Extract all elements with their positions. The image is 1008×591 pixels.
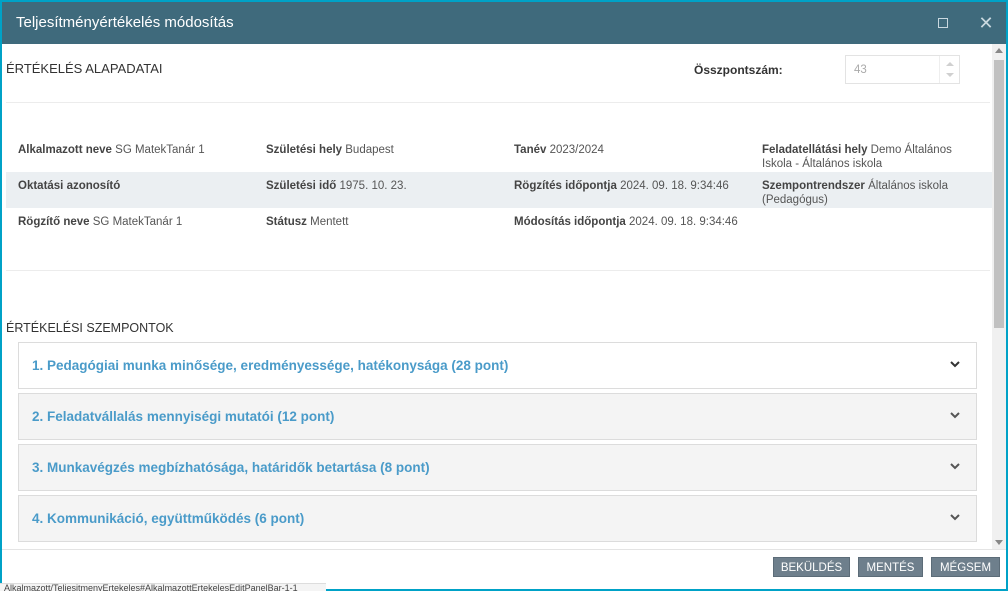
scroll-thumb[interactable] bbox=[994, 60, 1004, 328]
info-modified-time: Módosítás időpontja 2024. 09. 18. 9:34:4… bbox=[514, 216, 738, 228]
criteria-item-label: 3. Munkavégzés megbízhatósága, határidők… bbox=[32, 460, 430, 475]
edit-dialog: Teljesítményértékelés módosítás ✕ ÉRTÉKE… bbox=[0, 0, 1008, 591]
save-button[interactable]: MENTÉS bbox=[858, 557, 923, 577]
info-row-2: Oktatási azonosító Születési idő 1975. 1… bbox=[6, 172, 992, 208]
criteria-item-2[interactable]: 2. Feladatvállalás mennyiségi mutatói (1… bbox=[18, 393, 977, 440]
total-score-label: Összpontszám: bbox=[694, 63, 783, 77]
criteria-heading: ÉRTÉKELÉSI SZEMPONTOK bbox=[6, 321, 174, 335]
info-record-time: Rögzítés időpontja 2024. 09. 18. 9:34:46 bbox=[514, 180, 729, 192]
basics-heading: ÉRTÉKELÉS ALAPADATAI bbox=[6, 61, 163, 76]
info-criteria-system: Szempontrendszer Általános iskola (Pedag… bbox=[762, 180, 948, 206]
info-workplace: Feladatellátási hely Demo Általános Isko… bbox=[762, 144, 952, 170]
dialog-titlebar: Teljesítményértékelés módosítás ✕ bbox=[2, 2, 1006, 44]
total-score-value: 43 bbox=[854, 64, 867, 76]
info-edu-id: Oktatási azonosító bbox=[18, 180, 121, 192]
criteria-item-3[interactable]: 3. Munkavégzés megbízhatósága, határidők… bbox=[18, 444, 977, 491]
score-spinner[interactable] bbox=[939, 56, 959, 83]
total-score-input[interactable]: 43 bbox=[845, 55, 960, 84]
dialog-title: Teljesítményértékelés módosítás bbox=[16, 14, 234, 31]
chevron-down-icon[interactable] bbox=[948, 459, 962, 473]
chevron-down-icon[interactable] bbox=[948, 408, 962, 422]
chevron-down-icon[interactable] bbox=[948, 510, 962, 524]
info-row-1: Alkalmazott neve SG MatekTanár 1 Születé… bbox=[6, 136, 992, 172]
info-recorder-name: Rögzítő neve SG MatekTanár 1 bbox=[18, 216, 183, 228]
scroll-down-icon[interactable] bbox=[995, 540, 1003, 545]
info-school-year: Tanév 2023/2024 bbox=[514, 144, 604, 156]
vertical-scrollbar[interactable] bbox=[992, 44, 1006, 549]
spin-up-icon[interactable] bbox=[946, 62, 954, 66]
cancel-button[interactable]: MÉGSEM bbox=[931, 557, 1000, 577]
info-birth-place: Születési hely Budapest bbox=[266, 144, 394, 156]
info-row-3: Rögzítő neve SG MatekTanár 1 Státusz Men… bbox=[6, 208, 992, 244]
close-icon[interactable]: ✕ bbox=[975, 12, 997, 34]
scroll-up-icon[interactable] bbox=[995, 48, 1003, 53]
info-employee-name: Alkalmazott neve SG MatekTanár 1 bbox=[18, 144, 205, 156]
divider bbox=[6, 102, 990, 103]
chevron-down-icon[interactable] bbox=[948, 357, 962, 371]
submit-button[interactable]: BEKÜLDÉS bbox=[773, 557, 850, 577]
spin-down-icon[interactable] bbox=[946, 73, 954, 77]
divider bbox=[6, 270, 990, 271]
criteria-item-label: 2. Feladatvállalás mennyiségi mutatói (1… bbox=[32, 409, 335, 424]
info-status: Státusz Mentett bbox=[266, 216, 349, 228]
criteria-item-1[interactable]: 1. Pedagógiai munka minősége, eredményes… bbox=[18, 342, 977, 389]
status-bar-url: Alkalmazott/TeljesitmenyErtekeles#Alkalm… bbox=[0, 583, 326, 591]
dialog-content: ÉRTÉKELÉS ALAPADATAI Összpontszám: 43 Al… bbox=[2, 44, 992, 549]
maximize-icon[interactable] bbox=[932, 12, 954, 34]
criteria-item-label: 4. Kommunikáció, együttműködés (6 pont) bbox=[32, 511, 305, 526]
criteria-item-4[interactable]: 4. Kommunikáció, együttműködés (6 pont) bbox=[18, 495, 977, 542]
criteria-item-label: 1. Pedagógiai munka minősége, eredményes… bbox=[32, 358, 509, 373]
info-birth-date: Születési idő 1975. 10. 23. bbox=[266, 180, 407, 192]
